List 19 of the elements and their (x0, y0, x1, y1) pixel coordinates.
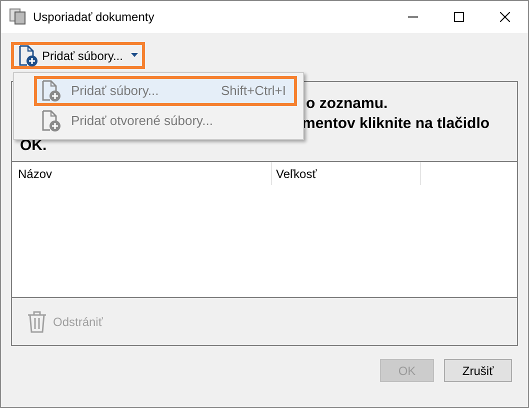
caret-icon (130, 53, 138, 58)
column-header[interactable]: Názov (12, 162, 272, 185)
add-files-button[interactable]: Pridať súbory... (11, 42, 145, 69)
menu-item[interactable]: Pridať súbory... Shift+Ctrl+I (34, 76, 297, 106)
app-icon (9, 8, 27, 26)
instruction-text: mentov kliknite na tlačidlo (302, 114, 490, 134)
add-file-icon (41, 80, 61, 102)
column-header[interactable]: Veľkosť (272, 162, 421, 185)
add-file-icon (18, 44, 38, 66)
close-icon (500, 12, 510, 22)
shortcut-text: Shift+Ctrl+I (220, 82, 286, 100)
instruction-text: o zoznamu. (306, 94, 388, 114)
menu-item[interactable]: Pridať otvorené súbory... (34, 106, 297, 136)
trash-icon (27, 310, 47, 332)
window-title: Usporiadať dokumenty (33, 9, 154, 26)
maximize-icon (454, 12, 464, 22)
instruction-text: OK. (20, 136, 47, 156)
add-file-icon (41, 110, 61, 132)
cancel-button[interactable]: Zrušiť (444, 359, 512, 382)
